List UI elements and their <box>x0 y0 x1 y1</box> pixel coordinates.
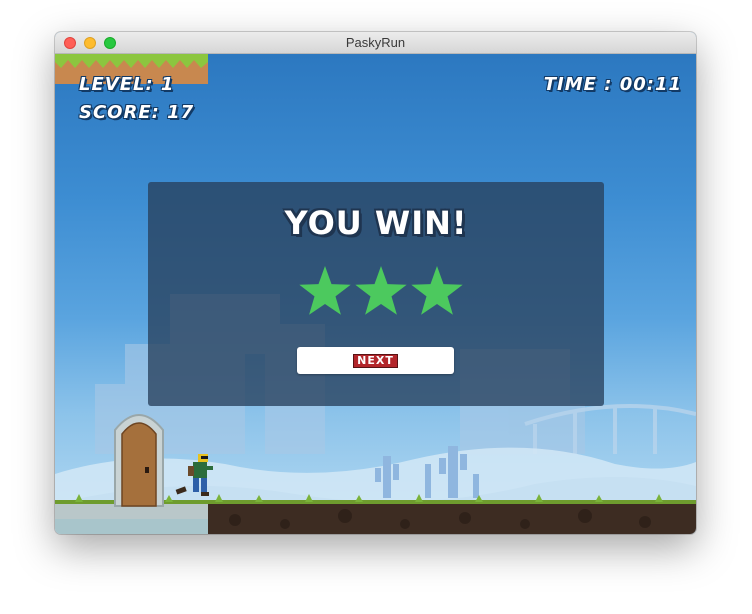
next-button[interactable]: NEXT <box>297 347 454 374</box>
next-button-label: NEXT <box>353 353 398 368</box>
star-icon <box>355 266 407 315</box>
dirt-ground <box>208 504 696 534</box>
game-canvas[interactable]: LEVEL: 1 SCORE: 17 TIME : 00:11 YOU WIN!… <box>55 54 696 534</box>
time-label: TIME : 00:11 <box>543 74 682 95</box>
star-rating <box>299 266 463 315</box>
game-window: PaskyRun LEVEL: 1 SCORE: 17 TIME: 00:11… <box>55 32 696 534</box>
exit-door <box>114 414 164 507</box>
level-label: LEVEL: 1 <box>79 74 175 95</box>
window-title: PaskyRun <box>345 35 406 50</box>
star-icon <box>411 266 463 315</box>
title-bar[interactable]: PaskyRun <box>55 32 696 54</box>
score-label: SCORE: 17 <box>79 102 195 123</box>
win-dialog: YOU WIN! NEXT <box>148 182 604 406</box>
star-icon <box>299 266 351 315</box>
win-title: YOU WIN! <box>284 204 468 242</box>
